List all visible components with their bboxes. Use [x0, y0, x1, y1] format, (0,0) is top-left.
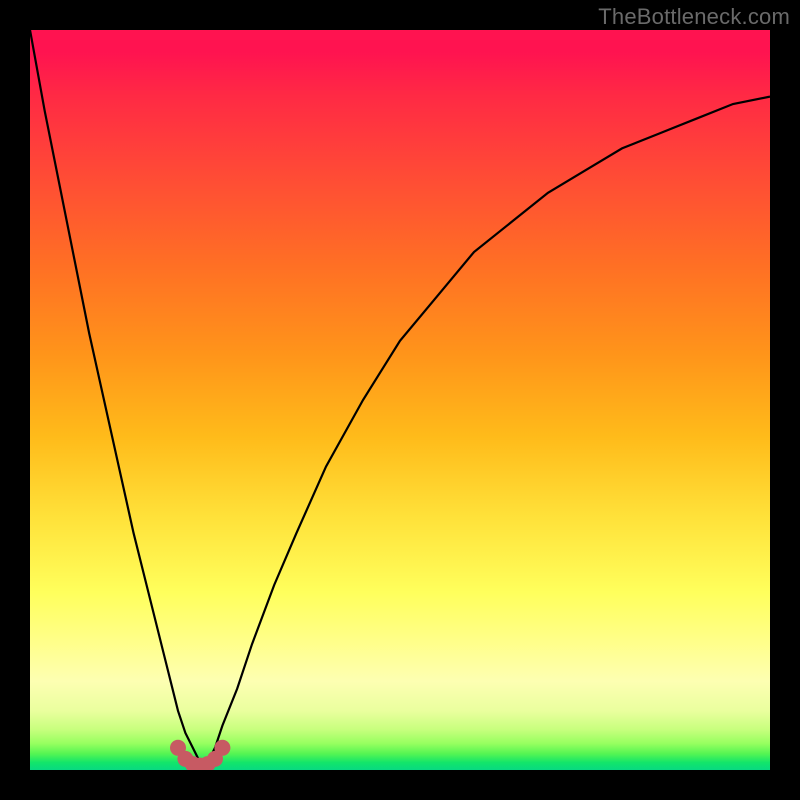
chart-frame: TheBottleneck.com: [0, 0, 800, 800]
heat-gradient: [30, 30, 770, 770]
watermark-text: TheBottleneck.com: [598, 4, 790, 30]
plot-area: [30, 30, 770, 770]
